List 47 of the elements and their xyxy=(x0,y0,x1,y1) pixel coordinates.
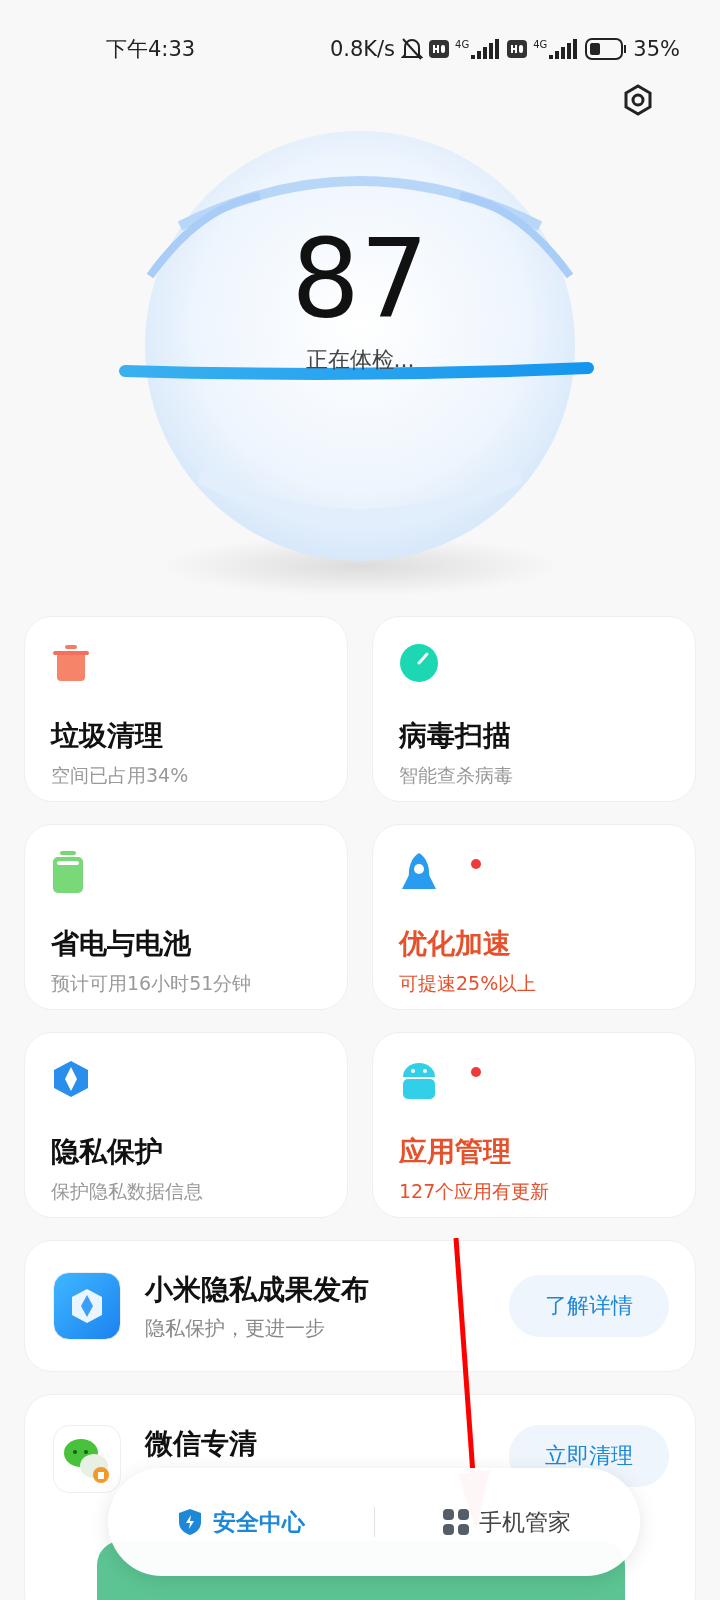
card-title: 隐私保护 xyxy=(51,1134,164,1170)
nav-tab[interactable]: 手机管家 xyxy=(374,1505,640,1539)
gauge-icon xyxy=(399,643,439,683)
network-speed: 0.8K/s xyxy=(329,37,396,61)
feature-card[interactable]: 病毒扫描 智能查杀病毒 xyxy=(372,616,696,802)
scan-status: 正在体检... xyxy=(305,346,415,374)
card-subtitle: 智能查杀病毒 xyxy=(399,763,514,788)
battery-percent: 35% xyxy=(633,37,680,61)
card-subtitle: 127个应用有更新 xyxy=(399,1179,551,1204)
feature-card[interactable]: 优化加速 可提速25%以上 xyxy=(372,824,696,1010)
feature-card[interactable]: 隐私保护 保护隐私数据信息 xyxy=(24,1032,348,1218)
card-title: 垃圾清理 xyxy=(51,718,164,754)
card-title: 省电与电池 xyxy=(51,926,192,962)
card-title: 优化加速 xyxy=(399,926,512,962)
promo-subtitle: 隐私保护，更进一步 xyxy=(145,1314,326,1342)
promo-title: 微信专清 xyxy=(145,1426,258,1462)
feature-card[interactable]: 省电与电池 预计可用16小时51分钟 xyxy=(24,824,348,1010)
network-type: 4G xyxy=(533,39,548,50)
bell-off-icon xyxy=(401,37,424,61)
hd-icon xyxy=(507,40,528,58)
status-time: 下午4:33 xyxy=(106,36,196,63)
trash-icon xyxy=(51,643,91,683)
hd-icon xyxy=(429,40,450,58)
battery-status-icon xyxy=(585,38,628,60)
wechat-clean-icon xyxy=(53,1425,121,1493)
card-subtitle: 可提速25%以上 xyxy=(399,971,538,996)
health-score: 87 xyxy=(291,216,429,341)
nav-tab[interactable]: 安全中心 xyxy=(108,1505,374,1539)
card-subtitle: 空间已占用34% xyxy=(51,763,190,788)
card-title: 病毒扫描 xyxy=(399,718,512,754)
battery-icon xyxy=(51,851,85,893)
card-subtitle: 预计可用16小时51分钟 xyxy=(51,971,253,996)
signal-icon xyxy=(471,39,502,59)
signal-icon xyxy=(549,39,580,59)
network-type: 4G xyxy=(455,39,470,50)
card-subtitle: 保护隐私数据信息 xyxy=(51,1179,204,1204)
shield-icon xyxy=(176,1508,203,1536)
diamond-icon xyxy=(51,1059,91,1099)
grid-icon xyxy=(443,1509,470,1535)
promo-card[interactable]: 小米隐私成果发布 隐私保护，更进一步 了解详情 xyxy=(24,1240,696,1372)
promo-title: 小米隐私成果发布 xyxy=(145,1271,370,1308)
settings-icon[interactable] xyxy=(622,84,654,116)
feature-card[interactable]: 应用管理 127个应用有更新 xyxy=(372,1032,696,1218)
promo-button[interactable]: 了解详情 xyxy=(509,1275,669,1337)
card-title: 应用管理 xyxy=(399,1134,512,1170)
feature-card[interactable]: 垃圾清理 空间已占用34% xyxy=(24,616,348,802)
privacy-app-icon xyxy=(53,1272,121,1340)
